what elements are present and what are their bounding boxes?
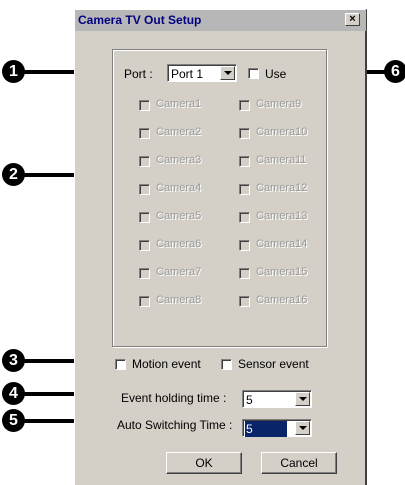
camera-checkbox-7[interactable] xyxy=(139,268,150,279)
use-label: Use xyxy=(265,67,287,81)
camera-label-10: Camera10 xyxy=(256,126,308,138)
camera-label-9: Camera9 xyxy=(256,98,302,110)
camera-label-13: Camera13 xyxy=(256,210,308,222)
port-select[interactable]: Port 1 xyxy=(167,64,237,82)
camera-label-4: Camera4 xyxy=(156,182,202,194)
camera-label-11: Camera11 xyxy=(256,154,307,166)
use-checkbox[interactable] xyxy=(248,68,259,79)
auto-switching-time-value: 5 xyxy=(245,421,287,437)
ok-button[interactable]: OK xyxy=(166,452,242,474)
callout-4: 4 xyxy=(2,382,25,405)
callout-5: 5 xyxy=(2,409,25,432)
close-button[interactable]: × xyxy=(345,13,360,26)
callout-3: 3 xyxy=(2,349,25,372)
port-select-value: Port 1 xyxy=(171,67,204,81)
camera-checkbox-6[interactable] xyxy=(139,240,150,251)
window-title: Camera TV Out Setup xyxy=(78,13,202,27)
camera-label-15: Camera15 xyxy=(256,266,308,278)
camera-checkbox-16[interactable] xyxy=(239,296,250,307)
motion-event-label: Motion event xyxy=(132,357,201,371)
chevron-down-icon[interactable] xyxy=(220,66,235,80)
callout-1: 1 xyxy=(2,60,25,83)
camera-label-6: Camera6 xyxy=(156,238,202,250)
camera-label-2: Camera2 xyxy=(156,126,202,138)
motion-event-checkbox[interactable] xyxy=(115,359,126,370)
auto-switching-time-select[interactable]: 5 xyxy=(242,419,312,437)
title-bar: Camera TV Out Setup × xyxy=(75,10,366,31)
camera-label-14: Camera14 xyxy=(256,238,308,250)
camera-label-1: Camera1 xyxy=(156,98,202,110)
camera-label-7: Camera7 xyxy=(156,266,202,278)
event-holding-time-value: 5 xyxy=(246,393,253,407)
event-holding-time-label: Event holding time : xyxy=(121,391,227,405)
callout-6: 6 xyxy=(384,60,405,83)
camera-checkbox-3[interactable] xyxy=(139,156,150,167)
tv-out-dialog: Camera TV Out Setup × Port : Port 1 Use … xyxy=(74,9,367,485)
camera-label-5: Camera5 xyxy=(156,210,202,222)
camera-checkbox-1[interactable] xyxy=(139,100,150,111)
chevron-down-icon[interactable] xyxy=(295,392,310,406)
camera-checkbox-10[interactable] xyxy=(239,128,250,139)
camera-checkbox-5[interactable] xyxy=(139,212,150,223)
event-holding-time-select[interactable]: 5 xyxy=(242,390,312,408)
camera-checkbox-8[interactable] xyxy=(139,296,150,307)
callout-2: 2 xyxy=(2,163,25,186)
camera-label-8: Camera8 xyxy=(156,294,202,306)
camera-label-16: Camera16 xyxy=(256,294,308,306)
cancel-button[interactable]: Cancel xyxy=(261,452,337,474)
camera-checkbox-2[interactable] xyxy=(139,128,150,139)
camera-checkbox-11[interactable] xyxy=(239,156,250,167)
camera-label-3: Camera3 xyxy=(156,154,202,166)
chevron-down-icon[interactable] xyxy=(295,421,310,435)
sensor-event-checkbox[interactable] xyxy=(221,359,232,370)
sensor-event-label: Sensor event xyxy=(238,357,309,371)
camera-checkbox-12[interactable] xyxy=(239,184,250,195)
port-label: Port : xyxy=(124,67,153,81)
camera-label-12: Camera12 xyxy=(256,182,308,194)
camera-checkbox-14[interactable] xyxy=(239,240,250,251)
camera-checkbox-9[interactable] xyxy=(239,100,250,111)
camera-checkbox-4[interactable] xyxy=(139,184,150,195)
camera-checkbox-13[interactable] xyxy=(239,212,250,223)
camera-checkbox-15[interactable] xyxy=(239,268,250,279)
auto-switching-time-label: Auto Switching Time : xyxy=(117,418,233,432)
